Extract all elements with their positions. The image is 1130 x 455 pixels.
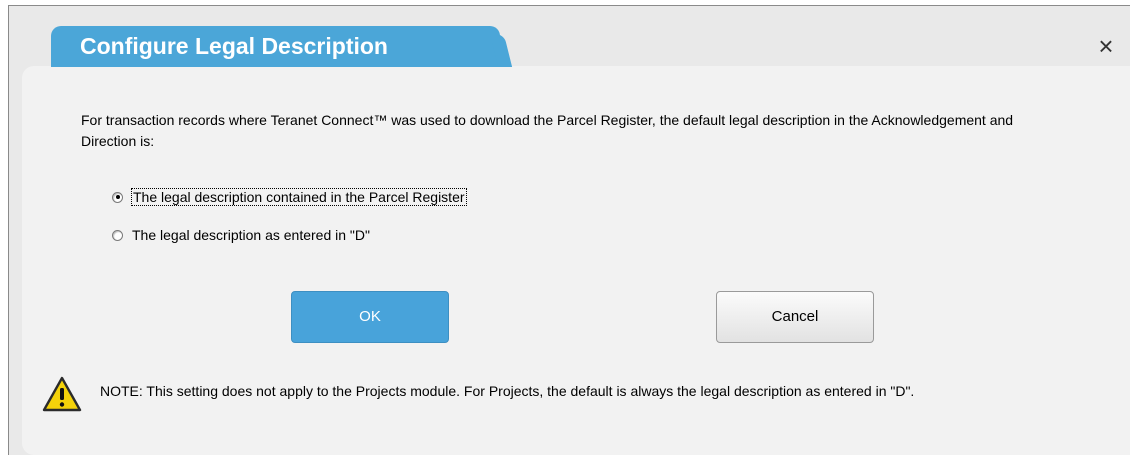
ok-button[interactable]: OK <box>291 291 449 343</box>
radio-button[interactable] <box>112 229 123 241</box>
option-parcel-register[interactable]: The legal description contained in the P… <box>112 187 467 207</box>
option-entered-in-d[interactable]: The legal description as entered in "D" <box>112 225 370 245</box>
close-icon[interactable]: × <box>1094 33 1118 59</box>
option-label: The legal description contained in the P… <box>131 188 467 206</box>
note-text: NOTE: This setting does not apply to the… <box>100 383 915 399</box>
dialog-description: For transaction records where Teranet Co… <box>81 112 1014 149</box>
cancel-button[interactable]: Cancel <box>716 291 874 343</box>
dialog-title: Configure Legal Description <box>51 26 500 67</box>
radio-button-selected[interactable] <box>112 191 123 203</box>
option-label: The legal description as entered in "D" <box>132 227 370 243</box>
warning-icon <box>42 376 82 412</box>
